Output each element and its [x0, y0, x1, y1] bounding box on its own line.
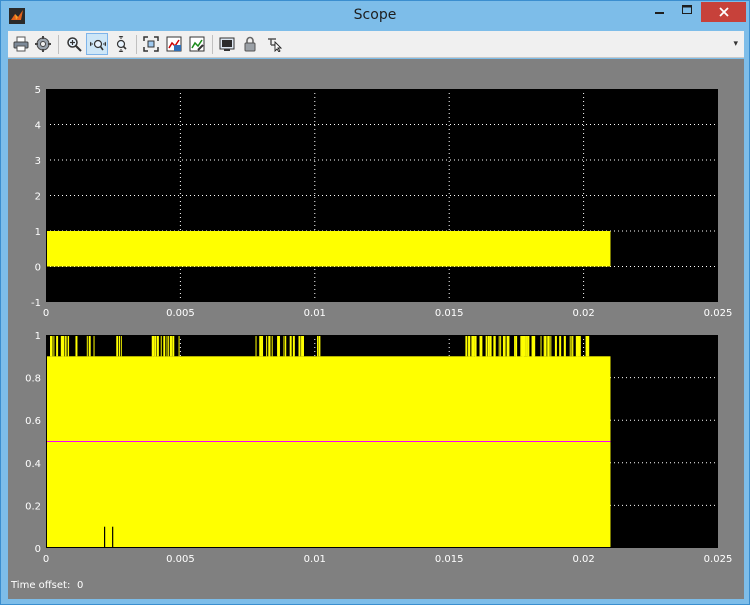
- toolbar-separator: [58, 35, 59, 54]
- zoom-x-icon: [90, 39, 106, 51]
- y-tick-label: 0.8: [25, 374, 41, 385]
- zoom-y-icon: [116, 36, 127, 52]
- y-tick-label: 2: [35, 192, 41, 203]
- title-bar[interactable]: Scope: [1, 1, 749, 31]
- signal-selection-button[interactable]: [263, 33, 285, 55]
- minimize-icon: [655, 12, 664, 14]
- time-offset-label: Time offset:: [11, 580, 71, 591]
- y-tick-label: 0.6: [25, 416, 41, 427]
- x-tick-label: 0.015: [435, 308, 464, 319]
- signal-selection-icon: [268, 38, 282, 52]
- time-offset-value: 0: [77, 580, 84, 591]
- y-tick-label: 0: [35, 544, 41, 555]
- print-icon: [13, 36, 29, 52]
- zoom-button[interactable]: [63, 33, 85, 55]
- x-tick-label: 0.005: [166, 308, 195, 319]
- print-button[interactable]: [10, 33, 32, 55]
- save-axes-icon: [166, 36, 182, 52]
- x-tick-label: 0.01: [304, 554, 326, 565]
- x-tick-label: 0.025: [704, 554, 733, 565]
- scope-window: Scope ▾ 0 0.005 0.01 0.015 0.02 0.025 5 …: [0, 0, 750, 605]
- toolbar-separator: [136, 35, 137, 54]
- parameters-button[interactable]: [32, 33, 54, 55]
- x-tick-label: 0.025: [704, 308, 733, 319]
- signal-trace: [46, 231, 611, 267]
- autoscale-button[interactable]: [140, 33, 162, 55]
- close-icon: [718, 7, 729, 17]
- zoom-y-button[interactable]: [110, 33, 132, 55]
- x-tick-label: 0: [43, 554, 49, 565]
- x-tick-label: 0.01: [304, 308, 326, 319]
- x-tick-label: 0.02: [572, 308, 594, 319]
- y-tick-label: 3: [35, 156, 41, 167]
- floating-scope-button[interactable]: [216, 33, 238, 55]
- floating-scope-icon: [219, 37, 235, 51]
- parameters-icon: [35, 36, 51, 52]
- window-title: Scope: [353, 7, 397, 23]
- y-tick-label: 0.4: [25, 459, 41, 470]
- y-tick-label: 0.2: [25, 501, 41, 512]
- restore-axes-button[interactable]: [186, 33, 208, 55]
- lock-button[interactable]: [239, 33, 261, 55]
- scope-axes-2: 0 0.005 0.01 0.015 0.02 0.025 1 0.8 0.6 0.4 0.2 0: [25, 331, 732, 565]
- y-tick-label: 1: [35, 227, 41, 238]
- y-tick-label: 0: [35, 263, 41, 274]
- y-tick-label: 5: [35, 85, 41, 96]
- scope-plots: 0 0.005 0.01 0.015 0.02 0.025543210-10 0.005 0.…: [25, 85, 732, 565]
- maximize-button[interactable]: [674, 2, 700, 22]
- toolbar: ▾: [8, 31, 744, 58]
- maximize-icon: [682, 5, 692, 14]
- scope-area: 0 0.005 0.01 0.015 0.02 0.025 5 4 3 2 1 0 -1 0 0.005 0.…: [8, 59, 744, 599]
- toolbar-separator: [212, 35, 213, 54]
- x-tick-label: 0: [43, 308, 49, 319]
- lock-icon: [244, 36, 256, 52]
- y-tick-label: 1: [35, 331, 41, 342]
- minimize-button[interactable]: [647, 2, 673, 22]
- save-axes-button[interactable]: [163, 33, 185, 55]
- restore-axes-icon: [189, 36, 205, 52]
- scope-axes-1: 0 0.005 0.01 0.015 0.02 0.025543210-1: [31, 85, 732, 319]
- signal-trace: [46, 356, 611, 548]
- autoscale-icon: [143, 36, 159, 52]
- y-tick-label: 4: [35, 121, 41, 132]
- y-tick-label: -1: [31, 298, 41, 309]
- zoom-x-button[interactable]: [86, 33, 108, 55]
- close-button[interactable]: [701, 2, 746, 22]
- x-tick-label: 0.02: [572, 554, 594, 565]
- toolbar-overflow-icon[interactable]: ▾: [733, 39, 738, 49]
- x-tick-label: 0.015: [435, 554, 464, 565]
- zoom-icon: [67, 37, 82, 52]
- x-tick-label: 0.005: [166, 554, 195, 565]
